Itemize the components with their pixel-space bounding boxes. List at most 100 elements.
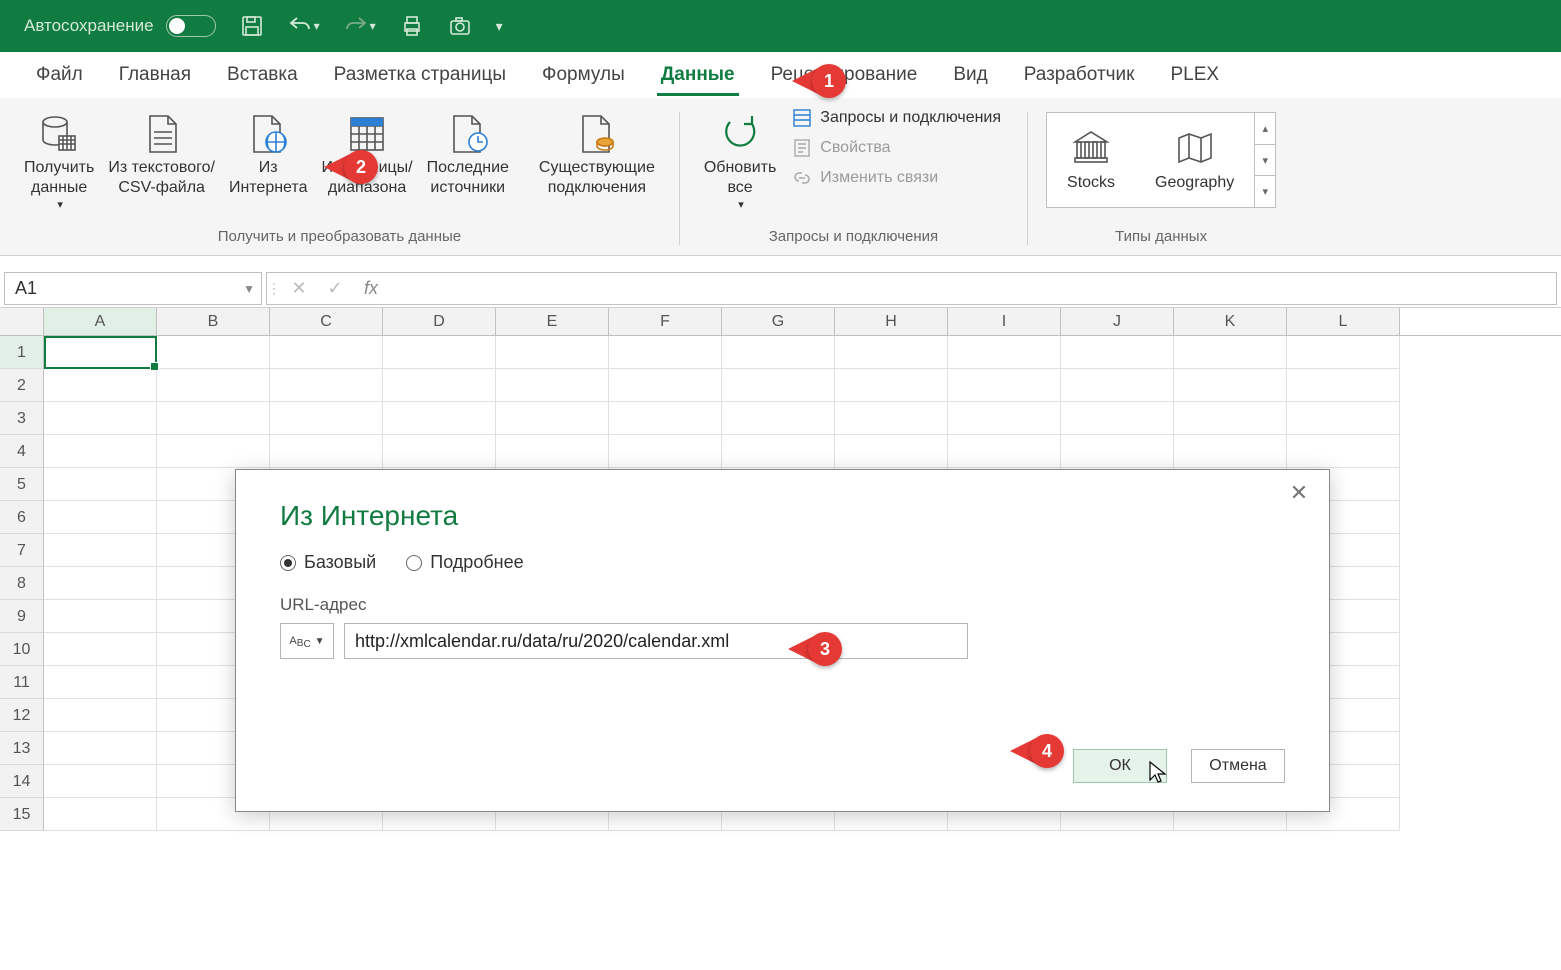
cell[interactable] [383,402,496,435]
cell[interactable] [609,435,722,468]
queries-connections-button[interactable]: Запросы и подключения [788,106,1005,130]
cell[interactable] [948,369,1061,402]
tab-plex[interactable]: PLEX [1153,54,1238,96]
gallery-more-icon[interactable]: ▾ [1255,176,1275,207]
row-header[interactable]: 11 [0,666,44,699]
cell[interactable] [44,534,157,567]
row-header[interactable]: 10 [0,633,44,666]
cell[interactable] [1174,435,1287,468]
cell[interactable] [609,369,722,402]
cell[interactable] [44,732,157,765]
ok-button[interactable]: ОК [1073,749,1167,783]
tab-file[interactable]: Файл [18,54,101,96]
row-header[interactable]: 13 [0,732,44,765]
autosave-toggle[interactable] [166,15,216,37]
cell[interactable] [1061,402,1174,435]
edit-links-button[interactable]: Изменить связи [788,166,1005,190]
cell[interactable] [722,402,835,435]
quickprint-icon[interactable] [400,14,424,38]
cell[interactable] [609,336,722,369]
cell[interactable] [383,435,496,468]
cell[interactable] [1174,402,1287,435]
cell[interactable] [44,699,157,732]
cell[interactable] [270,402,383,435]
cell[interactable] [270,435,383,468]
cell[interactable] [835,402,948,435]
cell[interactable] [722,435,835,468]
cell[interactable] [44,402,157,435]
row-header[interactable]: 14 [0,765,44,798]
row-header[interactable]: 7 [0,534,44,567]
col-header[interactable]: H [835,308,948,335]
cell[interactable] [1287,336,1400,369]
col-header[interactable]: K [1174,308,1287,335]
row-header[interactable]: 5 [0,468,44,501]
col-header[interactable]: D [383,308,496,335]
cancel-button[interactable]: Отмена [1191,749,1285,783]
cell[interactable] [383,336,496,369]
stocks-type[interactable]: Stocks [1047,113,1135,207]
col-header[interactable]: I [948,308,1061,335]
tab-developer[interactable]: Разработчик [1006,54,1153,96]
save-icon[interactable] [240,14,264,38]
from-web-button[interactable]: Из Интернета [223,106,314,198]
row-header[interactable]: 15 [0,798,44,831]
cell[interactable] [1061,435,1174,468]
cell[interactable] [44,468,157,501]
row-header[interactable]: 8 [0,567,44,600]
row-header[interactable]: 4 [0,435,44,468]
cell[interactable] [496,402,609,435]
cell[interactable] [157,369,270,402]
from-table-button[interactable]: Из таблицы/ диапазона [315,106,418,198]
cell[interactable] [835,336,948,369]
cell[interactable] [1287,402,1400,435]
cell[interactable] [835,369,948,402]
accept-formula-icon[interactable]: ✓ [317,278,353,299]
cell[interactable] [1287,369,1400,402]
tab-page-layout[interactable]: Разметка страницы [316,54,524,96]
gallery-up-icon[interactable]: ▴ [1255,113,1275,145]
cell[interactable] [270,336,383,369]
gallery-down-icon[interactable]: ▾ [1255,145,1275,177]
cell[interactable] [44,567,157,600]
geography-type[interactable]: Geography [1135,113,1254,207]
formula-input[interactable] [389,279,1556,299]
cell[interactable] [44,600,157,633]
cell[interactable] [948,435,1061,468]
cancel-formula-icon[interactable]: ✕ [281,278,317,299]
url-type-button[interactable]: ABC ▼ [280,623,334,659]
get-data-button[interactable]: Получить данные▾ [18,106,100,211]
cell[interactable] [722,369,835,402]
cell[interactable] [496,435,609,468]
cell[interactable] [44,633,157,666]
col-header[interactable]: B [157,308,270,335]
recent-sources-button[interactable]: Последние источники [421,106,515,198]
cell[interactable] [1061,336,1174,369]
cell[interactable] [835,435,948,468]
from-csv-button[interactable]: Из текстового/ CSV-файла [102,106,221,198]
radio-basic[interactable]: Базовый [280,552,376,573]
cell[interactable] [609,402,722,435]
url-input[interactable] [344,623,968,659]
cell[interactable] [496,336,609,369]
cell[interactable] [157,435,270,468]
col-header[interactable]: J [1061,308,1174,335]
name-box[interactable]: A1 ▼ [4,272,262,305]
cell[interactable] [44,501,157,534]
col-header[interactable]: F [609,308,722,335]
cell[interactable] [157,336,270,369]
cell[interactable] [496,369,609,402]
col-header[interactable]: G [722,308,835,335]
col-header[interactable]: L [1287,308,1400,335]
cell[interactable] [157,402,270,435]
cell[interactable] [44,336,157,369]
redo-icon[interactable]: ▾ [344,14,376,38]
col-header[interactable]: E [496,308,609,335]
tab-view[interactable]: Вид [935,54,1005,96]
refresh-all-button[interactable]: Обновить все▾ [698,106,782,211]
cell[interactable] [44,369,157,402]
cell[interactable] [44,666,157,699]
close-icon[interactable]: ✕ [1281,480,1317,510]
col-header[interactable]: C [270,308,383,335]
cell[interactable] [44,798,157,831]
